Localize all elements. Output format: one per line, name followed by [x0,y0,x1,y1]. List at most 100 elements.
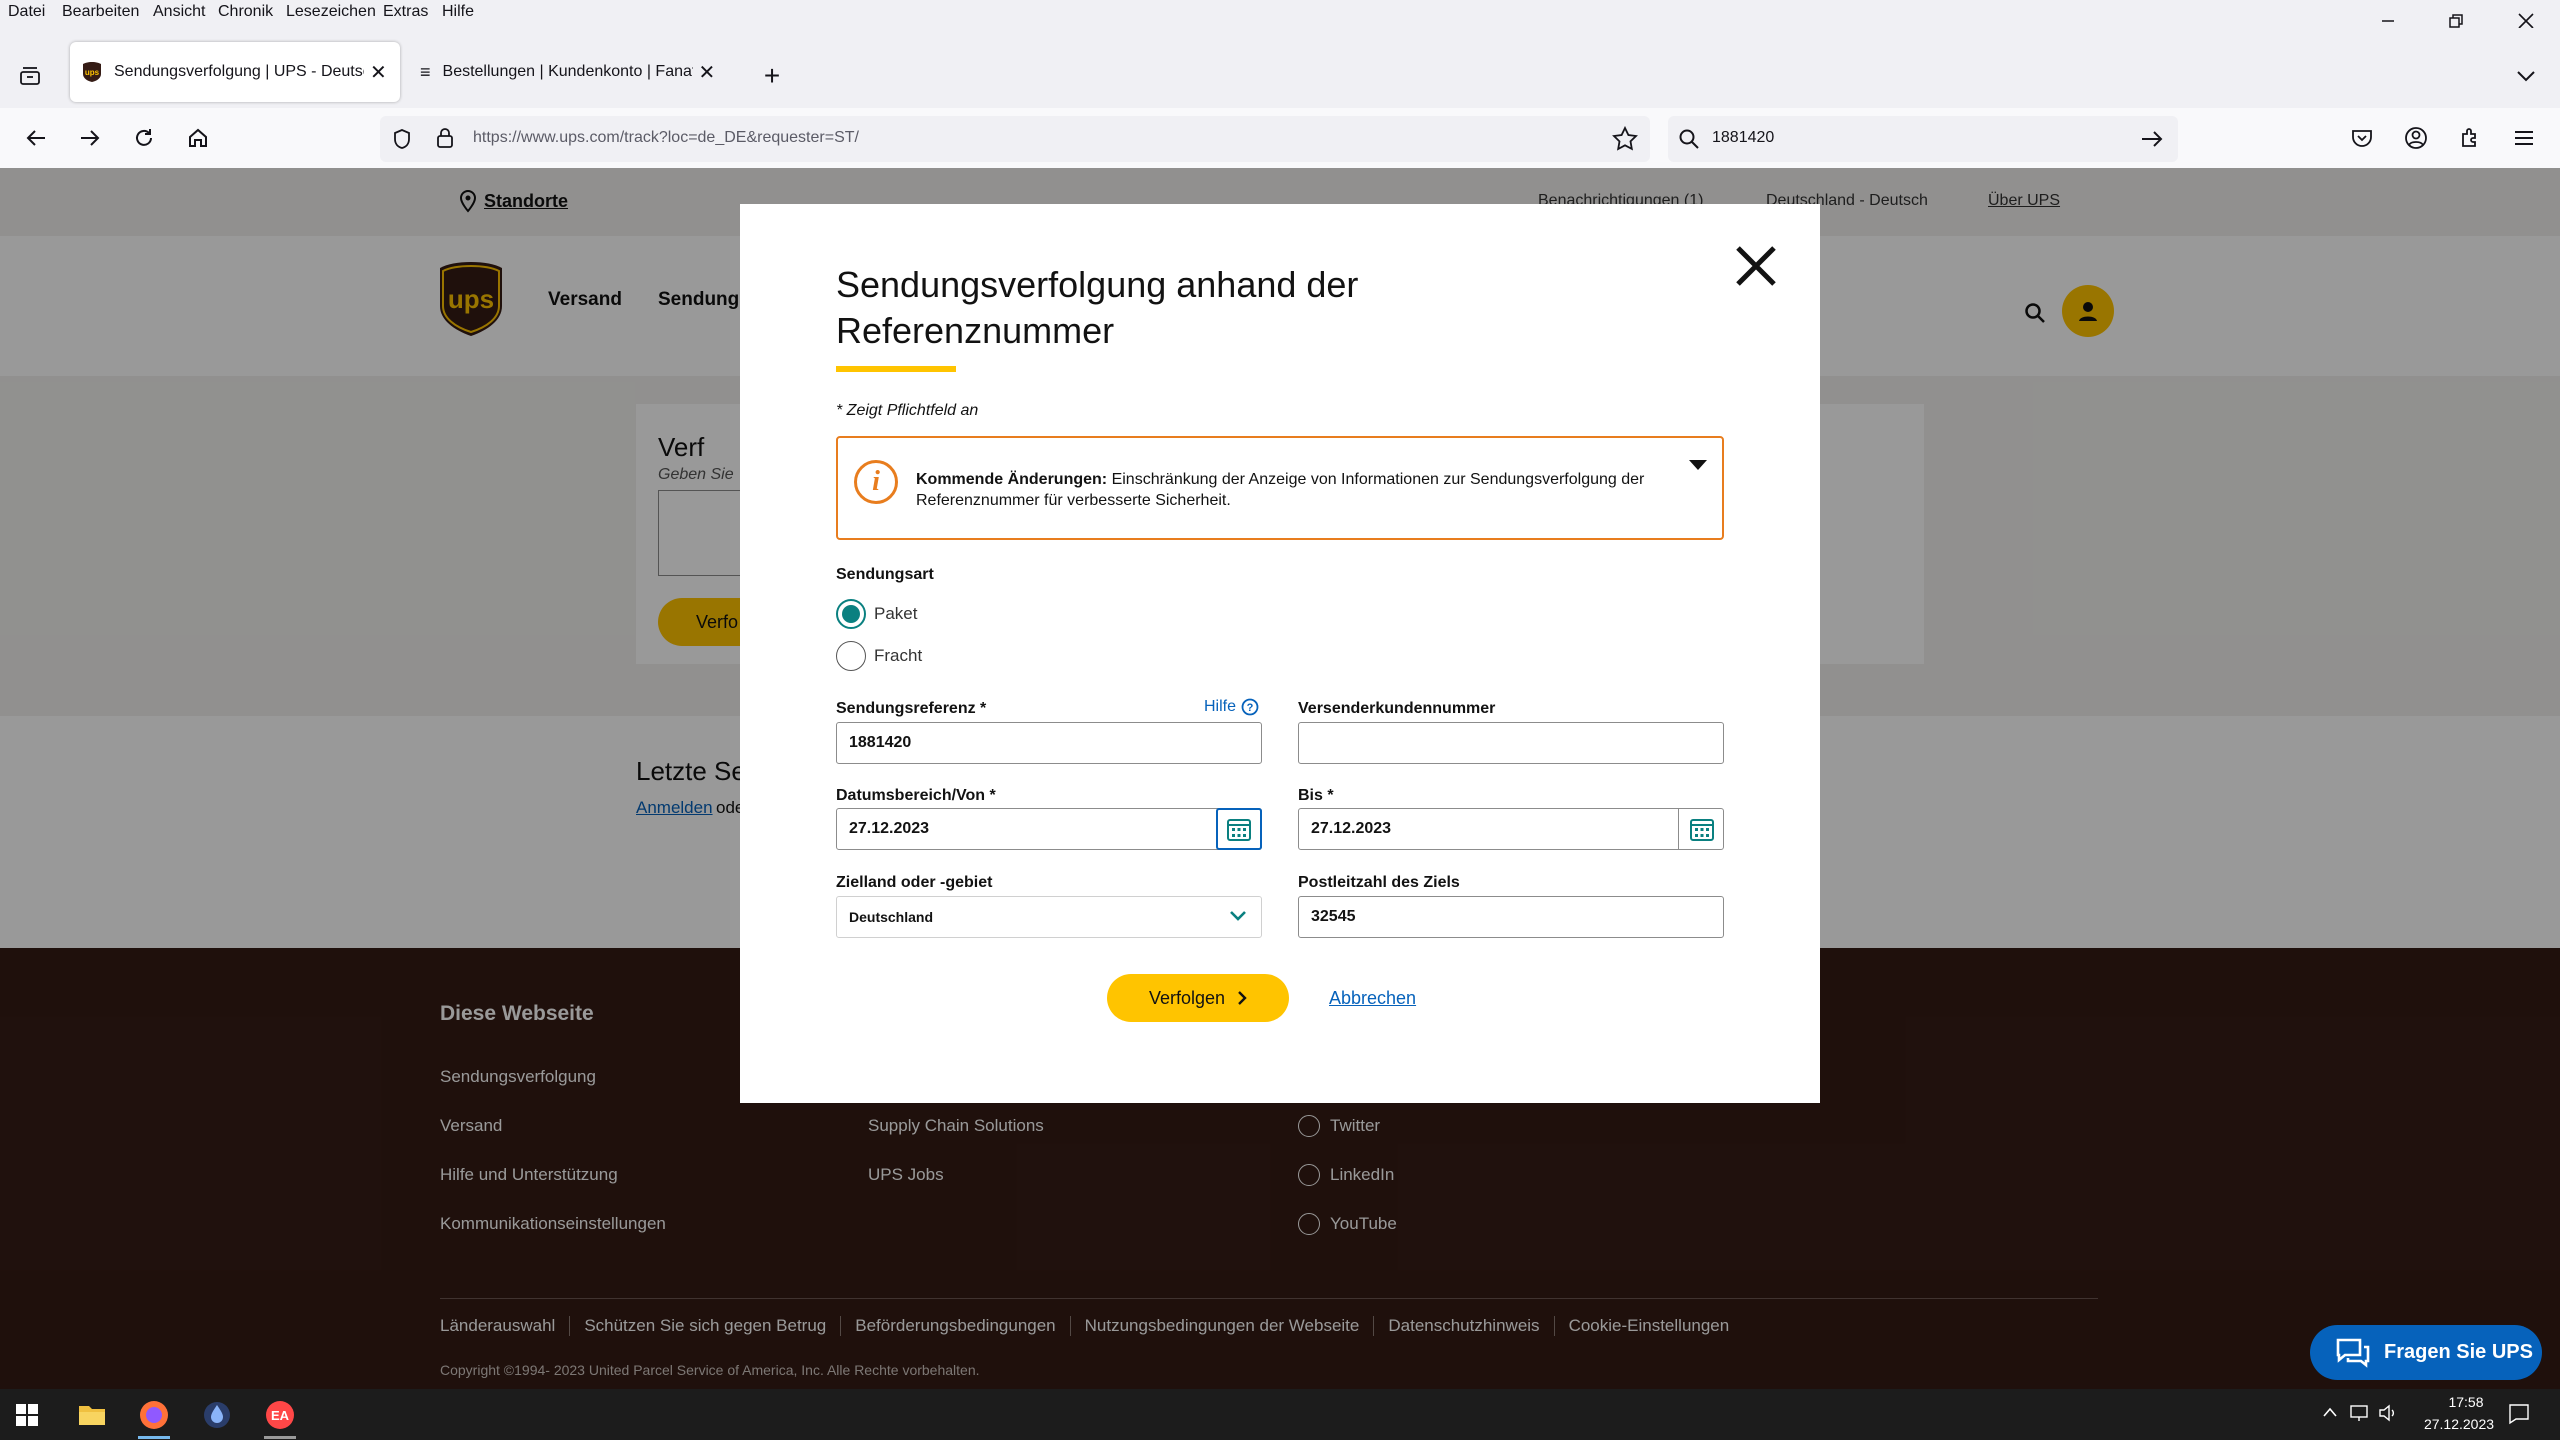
list-all-tabs-icon[interactable] [2506,56,2546,96]
tray-chevron-up-icon[interactable] [2322,1405,2338,1423]
firefox-icon[interactable] [138,1399,170,1436]
taskbar: EA 17:58 27.12.2023 [0,1389,2560,1440]
radio-freight-label[interactable]: Fracht [874,646,922,666]
pocket-icon[interactable] [2342,118,2382,158]
legal-link[interactable]: Cookie-Einstellungen [1555,1316,1744,1336]
tab-fanatec[interactable]: ≡ Bestellungen | Kundenkonto | Fanatec ✕ [404,42,734,102]
legal-link[interactable]: Länderauswahl [440,1316,571,1336]
chevron-right-icon [1238,991,1247,1005]
legal-link[interactable]: Beförderungsbedingungen [841,1316,1071,1336]
radio-package[interactable] [836,599,866,629]
menu-datei[interactable]: Datei [8,3,45,21]
login-link[interactable]: Anmelden [636,798,713,818]
footer-link[interactable]: Kommunikationseinstellungen [440,1214,666,1234]
volume-icon[interactable] [2378,1403,2400,1428]
forward-icon[interactable] [70,118,110,158]
required-hint: * Zeigt Pflichtfeld an [836,402,979,419]
ups-favicon: ups [82,61,102,83]
tab-close-icon[interactable]: ✕ [699,60,716,85]
date-from-input[interactable]: 27.12.2023 [836,808,1262,850]
home-icon[interactable] [178,118,218,158]
reference-input[interactable]: 1881420 [836,722,1262,764]
cancel-link[interactable]: Abbrechen [1329,988,1416,1009]
menu-extras[interactable]: Extras [383,3,428,21]
chat-button-label: Fragen Sie UPS [2384,1341,2533,1363]
about-ups-link[interactable]: Über UPS [1988,192,2060,210]
date-to-input[interactable]: 27.12.2023 [1298,808,1724,850]
firefox-active-indicator [138,1436,170,1439]
date-to-label: Bis * [1298,787,1334,804]
lock-icon[interactable] [436,127,454,154]
legal-link[interactable]: Nutzungsbedingungen der Webseite [1071,1316,1375,1336]
footer-link[interactable]: Hilfe und Unterstützung [440,1165,618,1185]
ups-logo[interactable]: ups [438,260,504,343]
menu-hilfe[interactable]: Hilfe [442,3,474,21]
back-icon[interactable] [16,118,56,158]
footer-link[interactable]: Supply Chain Solutions [868,1116,1044,1136]
menu-bearbeiten[interactable]: Bearbeiten [62,3,139,21]
help-link[interactable]: Hilfe ? [1204,698,1259,716]
account-icon[interactable] [2396,118,2436,158]
date-to-calendar-icon[interactable] [1678,808,1724,850]
bookmark-star-icon[interactable] [1612,125,1638,157]
zip-input[interactable]: 32545 [1298,896,1724,938]
windows-start-icon[interactable] [16,1404,38,1431]
nav-sendungsverfolgung[interactable]: Sendungs [658,289,750,311]
shipment-type-label: Sendungsart [836,566,934,583]
footer-link-twitter[interactable]: Twitter [1330,1116,1380,1136]
date-from-calendar-icon[interactable] [1216,808,1262,850]
search-input[interactable]: 1881420 [1712,129,1774,147]
legal-link[interactable]: Schützen Sie sich gegen Betrug [570,1316,842,1336]
search-go-icon[interactable] [2140,128,2164,155]
url-text[interactable]: https://www.ups.com/track?loc=de_DE&requ… [473,129,859,147]
menu-chronik[interactable]: Chronik [218,3,273,21]
tab-ups[interactable]: ups Sendungsverfolgung | UPS - Deutschla… [70,42,400,102]
locations-link[interactable]: Standorte [458,189,568,213]
app-icon-blue[interactable] [202,1400,232,1435]
reload-icon[interactable] [124,118,164,158]
url-bar[interactable]: https://www.ups.com/track?loc=de_DE&requ… [380,116,1650,162]
footer-link-youtube[interactable]: YouTube [1330,1214,1397,1234]
menu-ansicht[interactable]: Ansicht [153,3,205,21]
notice-expand-icon[interactable] [1688,458,1708,477]
footer-link[interactable]: UPS Jobs [868,1165,944,1185]
file-explorer-icon[interactable] [78,1402,106,1431]
track-card-hint: Geben Sie [658,466,734,483]
location-pin-icon [459,189,477,213]
notice-box[interactable]: i Kommende Änderungen: Einschränkung der… [836,436,1724,540]
close-icon[interactable] [1734,244,1778,293]
info-icon: i [854,460,898,504]
shield-icon[interactable] [392,128,412,155]
chat-button[interactable]: Fragen Sie UPS [2310,1325,2542,1380]
user-avatar[interactable] [2062,285,2114,337]
notifications-icon[interactable] [2508,1403,2530,1430]
recent-title: Letzte Se [636,756,746,786]
footer-link[interactable]: Sendungsverfolgung [440,1067,596,1087]
nav-versand[interactable]: Versand [548,289,622,311]
legal-link[interactable]: Datenschutzhinweis [1374,1316,1555,1336]
tab-close-icon[interactable]: ✕ [370,60,387,85]
new-tab-icon[interactable]: + [752,56,792,96]
site-search-icon[interactable] [2024,302,2046,329]
user-icon [2079,302,2097,321]
extensions-icon[interactable] [2450,118,2490,158]
taskbar-time[interactable]: 17:58 [2434,1394,2498,1410]
youtube-icon [1298,1213,1320,1235]
copyright: Copyright ©1994- 2023 United Parcel Serv… [440,1362,980,1378]
menu-lesezeichen[interactable]: Lesezeichen [286,3,376,21]
tab-overview-icon[interactable] [10,56,50,96]
radio-package-label[interactable]: Paket [874,604,917,624]
ea-app-icon[interactable]: EA [264,1399,296,1436]
shipper-number-input[interactable] [1298,722,1724,764]
app-menu-icon[interactable] [2504,118,2544,158]
reference-label: Sendungsreferenz * [836,700,987,717]
footer-link-linkedin[interactable]: LinkedIn [1330,1165,1394,1185]
search-bar[interactable]: 1881420 [1668,116,2178,162]
shipper-number-label: Versenderkundennummer [1298,700,1496,717]
taskbar-date[interactable]: 27.12.2023 [2414,1416,2504,1432]
network-icon[interactable] [2348,1403,2370,1428]
country-select[interactable]: Deutschland [836,896,1262,938]
radio-freight[interactable] [836,641,866,671]
track-submit-button[interactable]: Verfolgen [1107,974,1289,1022]
footer-link[interactable]: Versand [440,1116,502,1136]
